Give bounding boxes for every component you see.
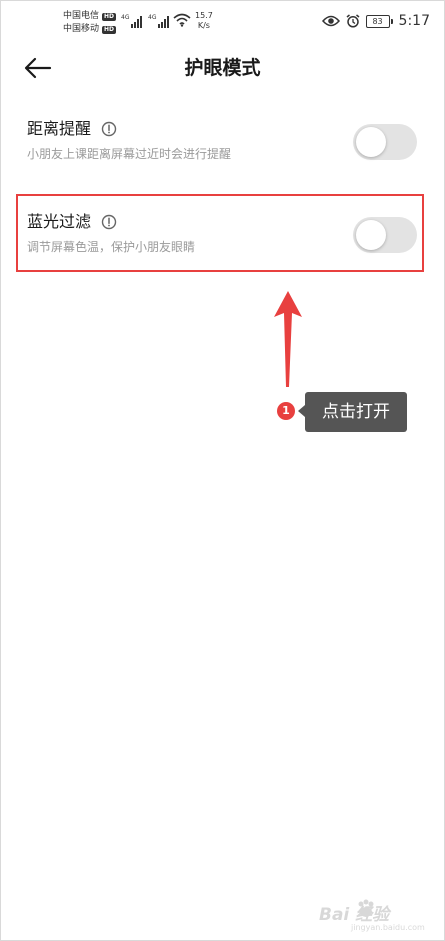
distance-reminder-toggle[interactable] xyxy=(353,124,417,160)
back-button[interactable] xyxy=(23,55,53,81)
status-bar: 中国电信 HD 中国移动 HD 4G 4G 15.7 K/s 83 5:17 xyxy=(1,1,444,41)
net-speed: 15.7 K/s xyxy=(195,11,213,31)
annotation-tooltip: 点击打开 xyxy=(305,392,407,432)
watermark-url: jingyan.baidu.com xyxy=(351,923,425,932)
clock: 5:17 xyxy=(398,13,430,29)
carrier-1-label: 中国电信 xyxy=(63,11,100,21)
setting-title-text: 距离提醒 xyxy=(27,119,92,138)
info-icon[interactable] xyxy=(101,121,117,137)
battery-level: 83 xyxy=(365,14,390,28)
tooltip-pointer xyxy=(298,405,305,417)
hd-badge: HD xyxy=(102,25,117,34)
setting-row-distance-reminder: 距离提醒 小朋友上课距离屏幕过近时会进行提醒 xyxy=(1,118,444,180)
annotation-highlight-box xyxy=(16,194,424,272)
setting-description: 小朋友上课距离屏幕过近时会进行提醒 xyxy=(27,147,232,161)
setting-title: 距离提醒 xyxy=(27,118,117,140)
net-speed-unit: K/s xyxy=(197,21,210,30)
page-title: 护眼模式 xyxy=(184,57,261,79)
alarm-icon xyxy=(346,14,360,28)
signal-icon: 4G xyxy=(121,14,143,28)
eye-icon xyxy=(321,15,340,27)
signal-tag: 4G xyxy=(148,14,157,21)
arrow-left-icon xyxy=(24,57,52,79)
wifi-icon xyxy=(173,13,191,27)
hd-badge: HD xyxy=(102,12,117,21)
watermark-text: Bai 经验 xyxy=(319,905,390,925)
phone-screen: 中国电信 HD 中国移动 HD 4G 4G 15.7 K/s 83 5:17 护… xyxy=(0,0,445,941)
carrier-info: 中国电信 HD 中国移动 HD xyxy=(63,10,117,36)
signal-icon: 4G xyxy=(148,14,170,28)
carrier-2-label: 中国移动 xyxy=(63,24,100,34)
step-number-badge: 1 xyxy=(277,402,295,420)
net-speed-value: 15.7 xyxy=(195,11,213,20)
toggle-knob xyxy=(356,127,386,157)
annotation-arrow-up-icon xyxy=(274,291,302,387)
status-right-group: 83 5:17 xyxy=(321,13,430,29)
battery-icon: 83 xyxy=(365,14,393,28)
baidu-watermark: Bai 经验 jingyan.baidu.com xyxy=(311,896,431,936)
signal-tag: 4G xyxy=(121,14,130,21)
